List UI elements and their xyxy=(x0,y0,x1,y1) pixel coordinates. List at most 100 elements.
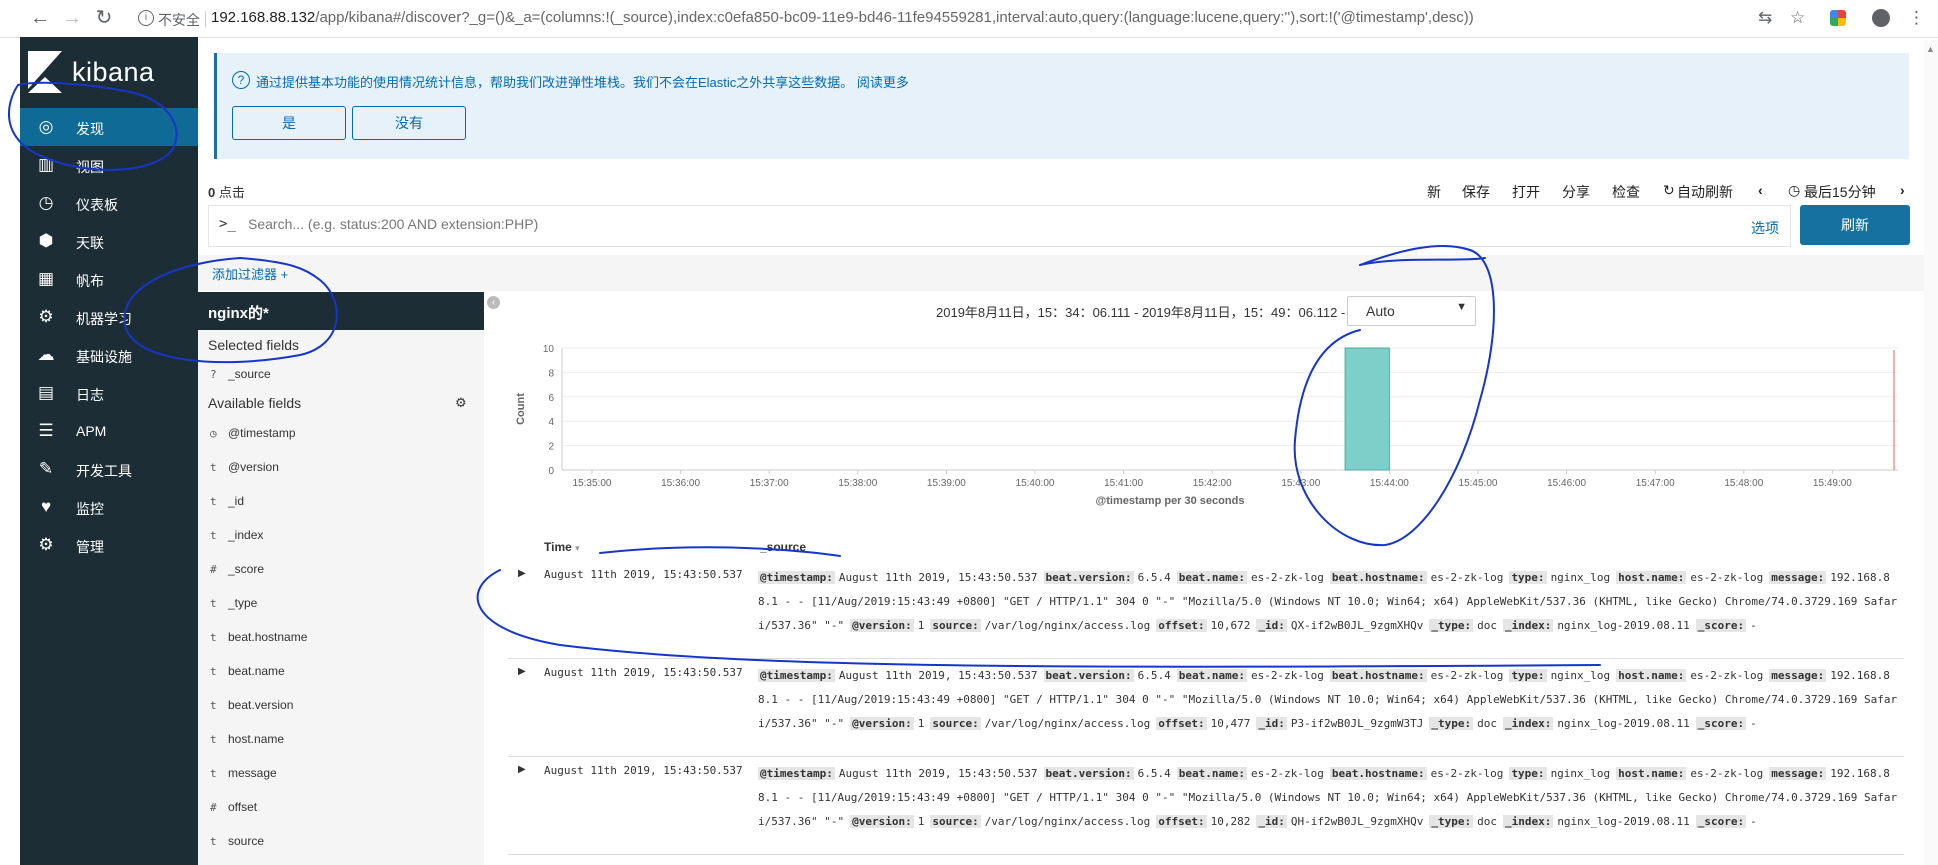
field-value: 6.5.4 xyxy=(1137,669,1171,682)
back-arrow-icon[interactable]: ← xyxy=(28,6,52,30)
scrollbar[interactable] xyxy=(1924,40,1938,865)
collapse-sidebar-icon[interactable]: ‹ xyxy=(487,296,500,309)
compass-icon: ◎ xyxy=(38,117,54,136)
time-picker[interactable]: 最后15分钟 xyxy=(1804,182,1876,202)
field-item[interactable]: t @version xyxy=(210,460,279,474)
translate-icon[interactable]: ⇆ xyxy=(1758,8,1772,28)
nav-item-machine-learning[interactable]: ⚙ 机器学习 xyxy=(20,298,198,336)
expand-row-icon[interactable]: ▶ xyxy=(518,666,526,677)
index-pattern-selector[interactable]: nginx的* xyxy=(198,292,484,330)
field-name: host.name xyxy=(228,732,285,746)
field-item[interactable]: t host.name xyxy=(210,732,284,746)
field-key: message: xyxy=(1769,767,1827,780)
nav-item-apm[interactable]: ☰ APM xyxy=(20,412,198,450)
yes-button[interactable]: 是 xyxy=(232,106,346,140)
search-input[interactable]: Search... (e.g. status:200 AND extension… xyxy=(248,216,538,232)
field-item[interactable]: ◷ @timestamp xyxy=(210,426,296,440)
new-link[interactable]: 新 xyxy=(1427,182,1441,202)
sort-desc-icon[interactable]: ▾ xyxy=(575,543,580,553)
field-type-icon: ? xyxy=(210,368,217,381)
auto-refresh-link[interactable]: 自动刷新 xyxy=(1677,182,1733,202)
open-link[interactable]: 打开 xyxy=(1512,182,1540,202)
column-header-source: _source xyxy=(760,540,807,554)
address-bar[interactable]: 192.168.88.132/app/kibana#/discover?_g=(… xyxy=(211,9,1474,26)
field-item[interactable]: t _index xyxy=(210,528,263,542)
field-item[interactable]: # _score xyxy=(210,562,264,576)
field-item[interactable]: t message xyxy=(210,766,277,780)
bookmark-star-icon[interactable]: ☆ xyxy=(1790,8,1805,28)
nav-item-dev-tools[interactable]: ✎ 开发工具 xyxy=(20,450,198,488)
chevron-left-icon[interactable]: ‹ xyxy=(1758,182,1763,198)
column-header-time[interactable]: Time ▾ xyxy=(544,540,580,554)
field-key: beat.version: xyxy=(1043,571,1134,584)
field-value: es-2-zk-log xyxy=(1690,669,1764,682)
nav-label: 监控 xyxy=(76,501,104,517)
chevron-right-icon[interactable]: › xyxy=(1900,182,1905,198)
field-item[interactable]: t _id xyxy=(210,494,244,508)
field-item[interactable]: t beat.hostname xyxy=(210,630,307,644)
field-type-icon: t xyxy=(210,495,217,508)
field-item[interactable]: t beat.name xyxy=(210,664,285,678)
field-value: 1 xyxy=(917,815,925,828)
field-name: beat.hostname xyxy=(228,630,308,644)
url-divider xyxy=(205,11,206,27)
refresh-button[interactable]: 刷新 xyxy=(1800,205,1910,245)
nav-item-management[interactable]: ⚙ 管理 xyxy=(20,526,198,564)
field-value: August 11th 2019, 15:43:50.537 xyxy=(838,767,1038,780)
histogram-chart: 0 2 4 6 8 10 15:35:00 15:36:00 15:37:00 15:38:00 1… xyxy=(515,344,1898,507)
field-type-icon: # xyxy=(210,563,217,576)
field-value: es-2-zk-log xyxy=(1690,571,1764,584)
wrench-icon: ✎ xyxy=(38,459,54,478)
field-item[interactable]: ? _source xyxy=(210,367,271,381)
field-value: 1 xyxy=(917,717,925,730)
nav-label: 日志 xyxy=(76,387,104,403)
nav-label: 管理 xyxy=(76,539,104,555)
add-filter-link[interactable]: 添加过滤器 + xyxy=(212,264,288,283)
field-item[interactable]: # offset xyxy=(210,800,257,814)
profile-avatar-icon[interactable] xyxy=(1872,9,1890,27)
nav-item-logs[interactable]: ▤ 日志 xyxy=(20,374,198,412)
x-tick-label: 15:46:00 xyxy=(1547,478,1586,489)
nav-item-visualize[interactable]: ▥ 视图 xyxy=(20,146,198,184)
field-item[interactable]: t _type xyxy=(210,596,257,610)
reload-icon[interactable]: ↻ xyxy=(92,6,116,30)
field-key: beat.name: xyxy=(1176,767,1247,780)
nav-item-infrastructure[interactable]: ☁ 基础设施 xyxy=(20,336,198,374)
field-value: 1 xyxy=(917,619,925,632)
options-link[interactable]: 选项 xyxy=(1751,218,1779,238)
x-tick-label: 15:35:00 xyxy=(573,478,612,489)
expand-row-icon[interactable]: ▶ xyxy=(518,568,526,579)
share-link[interactable]: 分享 xyxy=(1562,182,1590,202)
field-item[interactable]: t beat.version xyxy=(210,698,293,712)
scroll-up-arrow-icon[interactable]: ▲ xyxy=(1926,44,1935,54)
gear-icon[interactable]: ⚙ xyxy=(455,395,467,411)
nav-item-maps[interactable]: ▦ 帆布 xyxy=(20,260,198,298)
extension-icon[interactable] xyxy=(1830,10,1846,26)
field-type-icon: t xyxy=(210,665,217,678)
info-icon[interactable]: i xyxy=(138,10,154,26)
refresh-cycle-icon[interactable]: ↻ xyxy=(1663,182,1675,199)
nav-item-canvas[interactable]: ⬢ 天联 xyxy=(20,222,198,260)
field-item[interactable]: t source xyxy=(210,834,264,848)
nav-item-discover[interactable]: ◎ 发现 xyxy=(20,108,198,146)
field-key: _id: xyxy=(1256,815,1287,828)
kibana-logo-icon xyxy=(28,51,62,93)
nav-item-monitoring[interactable]: ♥ 监控 xyxy=(20,488,198,526)
field-name: _score xyxy=(228,562,265,576)
forward-arrow-icon[interactable]: → xyxy=(60,6,84,30)
no-button[interactable]: 没有 xyxy=(352,106,466,140)
field-value: doc xyxy=(1477,815,1497,828)
field-name: @timestamp xyxy=(228,426,296,440)
expand-row-icon[interactable]: ▶ xyxy=(518,764,526,775)
save-link[interactable]: 保存 xyxy=(1462,182,1490,202)
x-tick-label: 15:47:00 xyxy=(1636,478,1675,489)
available-fields-header: Available fields xyxy=(208,395,302,411)
interval-select[interactable]: Auto ▼ xyxy=(1347,296,1476,326)
help-circle-icon: ? xyxy=(232,71,250,89)
x-tick-label: 15:49:00 xyxy=(1813,478,1852,489)
nav-item-dashboard[interactable]: ◷ 仪表板 xyxy=(20,184,198,222)
field-type-icon: # xyxy=(210,801,217,814)
inspect-link[interactable]: 检查 xyxy=(1612,182,1640,202)
field-value: doc xyxy=(1477,717,1497,730)
menu-dots-icon[interactable]: ⋮ xyxy=(1908,8,1925,28)
